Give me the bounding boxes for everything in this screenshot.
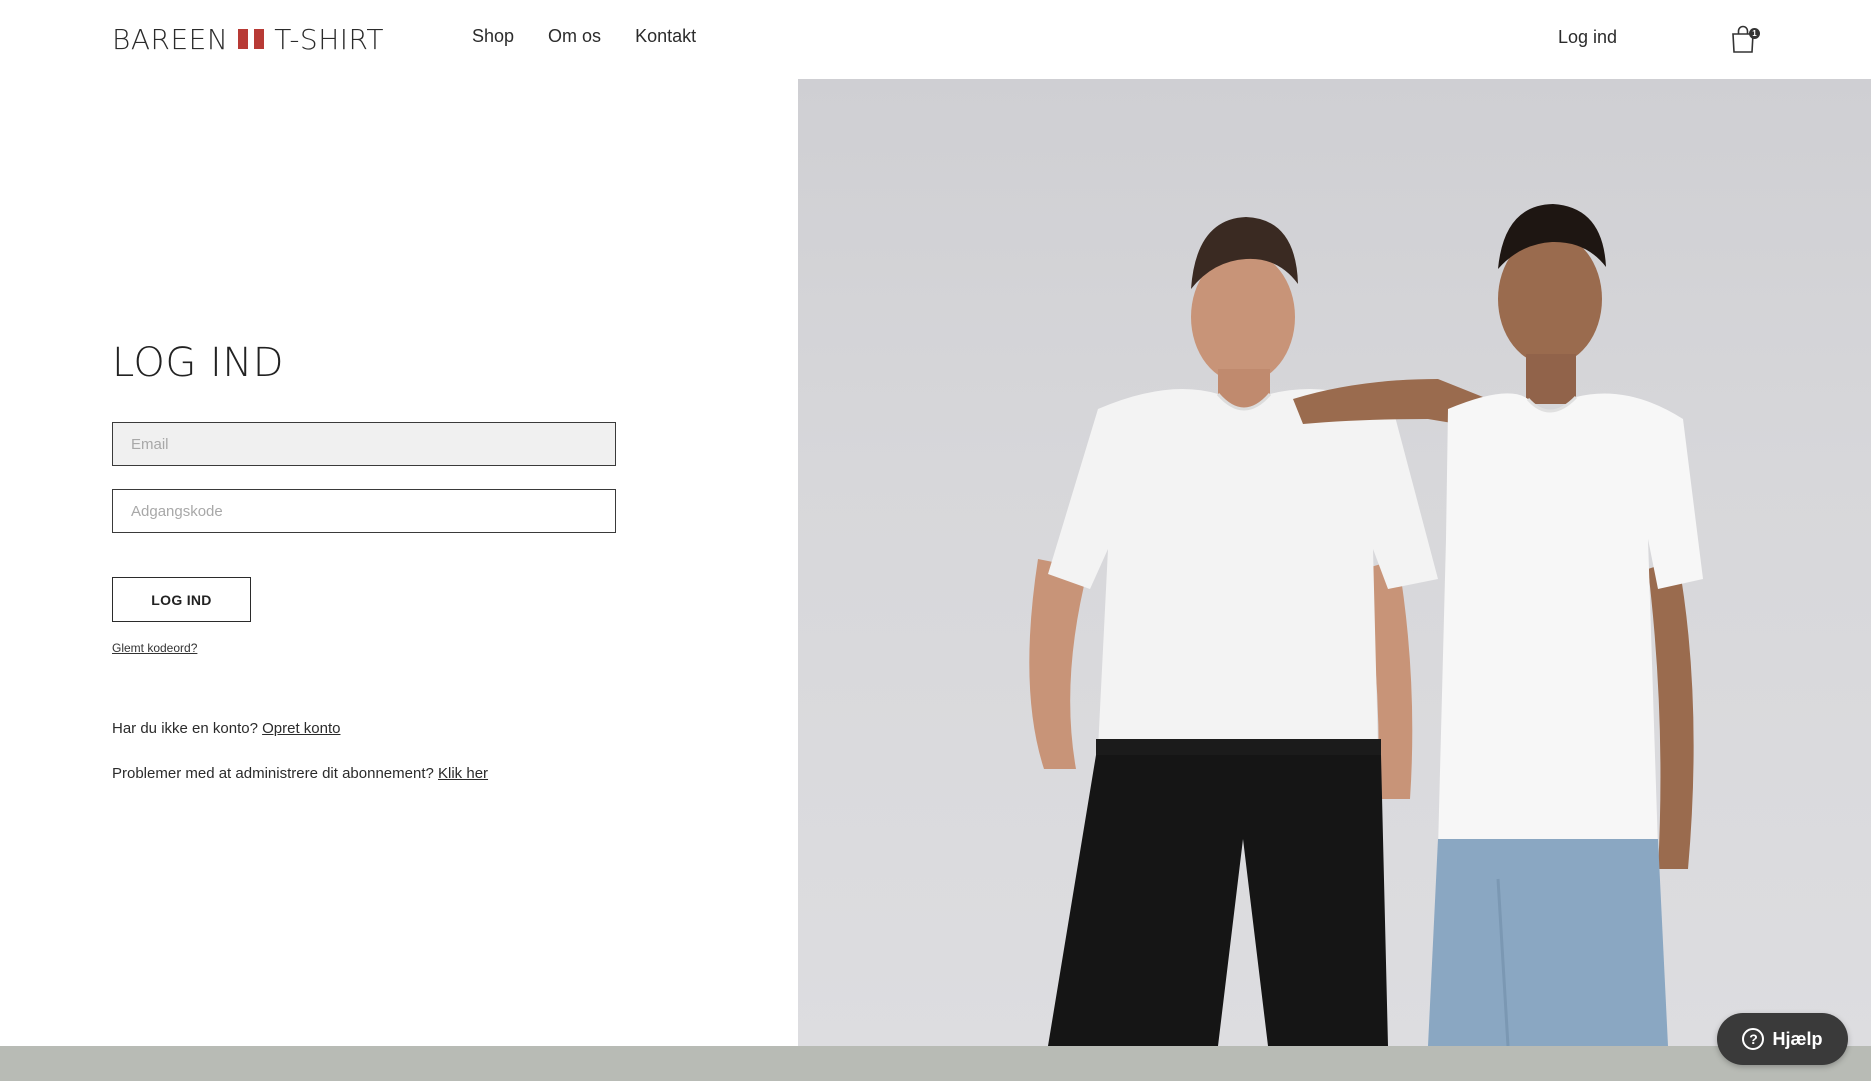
models-photo: [1029, 204, 1703, 1046]
brand-name-right: T-SHIRT: [274, 22, 385, 56]
brand-name-left: BAREEN: [112, 22, 229, 56]
help-label: Hjælp: [1772, 1028, 1823, 1049]
no-account-text: Har du ikke en konto?: [112, 720, 258, 737]
hero-image: [798, 79, 1871, 1046]
question-circle-icon: ?: [1742, 1028, 1765, 1050]
login-page: BAREEN T-SHIRT Shop Om os Kontakt Log in…: [0, 0, 1871, 1081]
subscription-help-line: Problemer med at administrere dit abonne…: [112, 765, 488, 782]
subscription-text: Problemer med at administrere dit abonne…: [112, 765, 434, 782]
password-field[interactable]: [112, 489, 616, 533]
footer-strip: [0, 1046, 1871, 1081]
cart-button[interactable]: 1: [1730, 24, 1760, 54]
nav-item-om-os[interactable]: Om os: [548, 26, 601, 47]
nav-item-shop[interactable]: Shop: [472, 26, 514, 47]
forgot-password-link[interactable]: Glemt kodeord?: [112, 641, 197, 655]
subscription-help-link[interactable]: Klik her: [438, 765, 488, 782]
create-account-link[interactable]: Opret konto: [262, 720, 340, 737]
page-title: LOG IND: [112, 340, 285, 386]
site-header: BAREEN T-SHIRT Shop Om os Kontakt Log in…: [0, 0, 1871, 79]
create-account-line: Har du ikke en konto? Opret konto: [112, 720, 340, 737]
cart-count-badge: 1: [1749, 28, 1760, 39]
flag-stripe-right: [254, 29, 265, 49]
header-login-link[interactable]: Log ind: [1558, 27, 1617, 48]
help-button[interactable]: ? Hjælp: [1717, 1013, 1848, 1065]
model-left: [1029, 217, 1438, 1046]
login-submit-button[interactable]: LOG IND: [112, 577, 251, 622]
main-nav: Shop Om os Kontakt: [472, 26, 696, 47]
nav-item-kontakt[interactable]: Kontakt: [635, 26, 696, 47]
brand-logo[interactable]: BAREEN T-SHIRT: [112, 22, 384, 56]
flag-stripe-left: [238, 29, 249, 49]
flag-icon: [238, 29, 265, 49]
email-field[interactable]: [112, 422, 616, 466]
